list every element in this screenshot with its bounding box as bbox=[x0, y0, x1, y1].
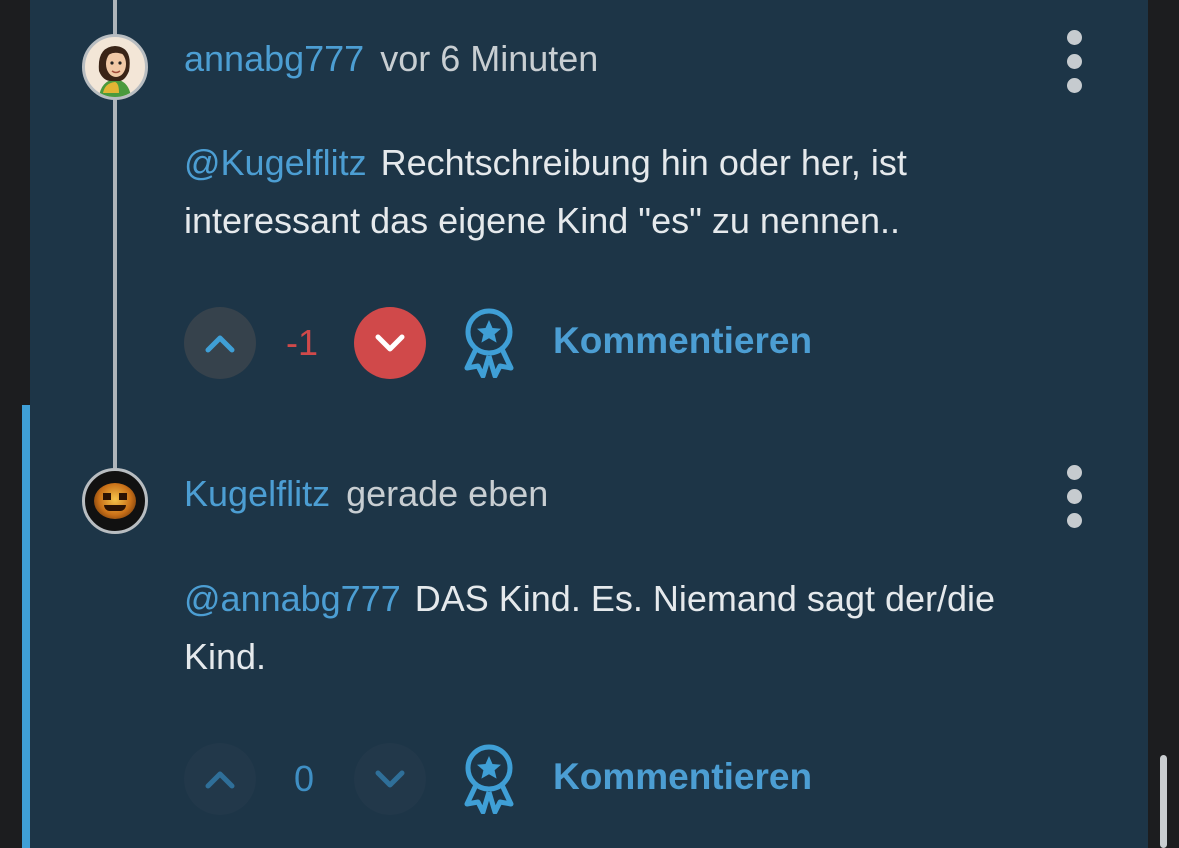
more-options-button[interactable] bbox=[1063, 30, 1087, 100]
chevron-up-icon bbox=[205, 771, 235, 789]
comment-header: annabg777 vor 6 Minuten bbox=[184, 38, 598, 80]
more-vertical-icon bbox=[1067, 30, 1082, 45]
pumpkin-avatar-image bbox=[94, 483, 136, 519]
more-options-button[interactable] bbox=[1063, 465, 1087, 535]
avatar[interactable] bbox=[82, 468, 148, 534]
chevron-down-icon bbox=[375, 770, 405, 788]
vote-score: 0 bbox=[293, 758, 315, 799]
award-button[interactable] bbox=[457, 742, 521, 815]
upvote-button[interactable] bbox=[184, 743, 256, 815]
reply-comment-button[interactable]: Kommentieren bbox=[553, 320, 812, 362]
award-ribbon-icon bbox=[464, 744, 514, 815]
username-link[interactable]: Kugelflitz bbox=[184, 473, 330, 515]
avatar[interactable] bbox=[82, 34, 148, 100]
comment-body: @annabg777 DAS Kind. Es. Niemand sagt der… bbox=[184, 570, 1064, 686]
award-button[interactable] bbox=[457, 306, 521, 379]
vote-score: -1 bbox=[285, 322, 318, 363]
username-link[interactable]: annabg777 bbox=[184, 38, 364, 80]
reply-comment-button[interactable]: Kommentieren bbox=[553, 756, 812, 798]
mention-link[interactable]: @Kugelflitz bbox=[184, 142, 367, 183]
new-reply-highlight-bar bbox=[22, 405, 30, 848]
chevron-down-icon bbox=[375, 334, 405, 352]
comment-header: Kugelflitz gerade eben bbox=[184, 473, 548, 515]
downvote-button[interactable] bbox=[354, 743, 426, 815]
upvote-button[interactable] bbox=[184, 307, 256, 379]
chevron-up-icon bbox=[205, 335, 235, 353]
comment-body: @Kugelflitz Rechtschreibung hin oder her,… bbox=[184, 134, 1064, 250]
comment-thread-panel bbox=[30, 0, 1148, 848]
scrollbar-thumb[interactable] bbox=[1160, 755, 1167, 848]
mention-link[interactable]: @annabg777 bbox=[184, 578, 401, 619]
award-ribbon-icon bbox=[464, 308, 514, 379]
comment-timestamp: vor 6 Minuten bbox=[380, 38, 599, 79]
comment-timestamp: gerade eben bbox=[346, 473, 549, 514]
downvote-button[interactable] bbox=[354, 307, 426, 379]
more-vertical-icon bbox=[1067, 465, 1082, 480]
